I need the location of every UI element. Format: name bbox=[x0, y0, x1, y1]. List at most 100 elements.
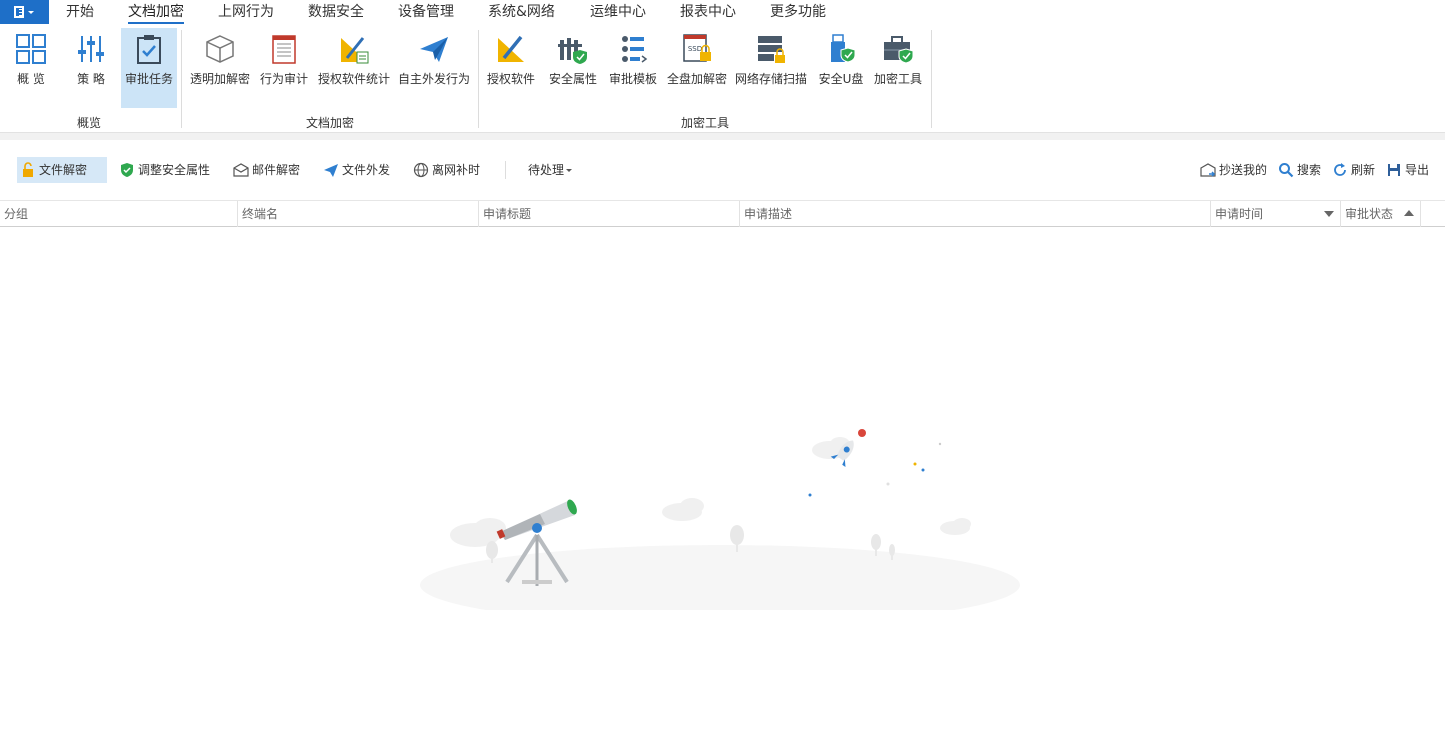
file-outgoing-label: 文件外发 bbox=[342, 163, 391, 177]
toolbar-divider bbox=[505, 161, 506, 179]
group-divider bbox=[478, 30, 479, 128]
refresh-label: 刷新 bbox=[1351, 163, 1376, 177]
ribbon-self-outgoing-label: 自主外发行为 bbox=[397, 72, 470, 86]
table-header: 分组 终端名 申请标题 申请描述 申请时间 审批状态 bbox=[0, 200, 1445, 227]
caret-down-icon bbox=[566, 169, 573, 172]
adjust-security-attr-button[interactable]: 调整安全属性 bbox=[116, 157, 210, 183]
ribbon-security-attributes[interactable]: 安全属性 bbox=[546, 28, 600, 108]
cube-icon bbox=[206, 35, 234, 63]
ribbon-security-attributes-label: 安全属性 bbox=[548, 72, 597, 86]
tab-internet-behavior[interactable]: 上网行为 bbox=[218, 3, 274, 21]
ribbon-overview-label: 概 览 bbox=[17, 72, 45, 86]
ribbon-auth-software[interactable]: 授权软件 bbox=[484, 28, 538, 108]
clipboard-check-icon bbox=[137, 35, 161, 64]
ribbon-self-outgoing[interactable]: 自主外发行为 bbox=[396, 28, 472, 108]
server-lock-icon bbox=[758, 36, 785, 63]
group-divider bbox=[931, 30, 932, 128]
ribbon-policy-label: 策 略 bbox=[77, 72, 105, 86]
ribbon-behavior-audit[interactable]: 行为审计 bbox=[258, 28, 310, 108]
ribbon-crypto-tools-label: 加密工具 bbox=[873, 72, 922, 86]
ribbon-full-disk-crypto-label: 全盘加解密 bbox=[666, 72, 727, 86]
col-terminal-name[interactable]: 终端名 bbox=[238, 201, 479, 227]
ruler-pencil-icon bbox=[498, 35, 524, 62]
search-icon bbox=[1279, 163, 1294, 178]
adjust-security-attr-label: 调整安全属性 bbox=[138, 163, 211, 177]
offline-time-label: 离网补时 bbox=[432, 163, 481, 177]
file-outgoing-button[interactable]: 文件外发 bbox=[320, 157, 390, 183]
ribbon-full-disk-crypto[interactable]: SSD 全盘加解密 bbox=[665, 28, 729, 108]
ribbon-policy[interactable]: 策 略 bbox=[66, 28, 116, 108]
ribbon-transparent-crypto-label: 透明加解密 bbox=[189, 72, 250, 86]
ribbon-network-storage-scan-label: 网络存储扫描 bbox=[734, 72, 807, 86]
ribbon-transparent-crypto[interactable]: 透明加解密 bbox=[189, 28, 251, 108]
lock-open-icon bbox=[23, 162, 33, 177]
tab-document-encryption[interactable]: 文档加密 bbox=[128, 3, 184, 24]
paper-plane-icon bbox=[420, 37, 448, 62]
tab-report-center[interactable]: 报表中心 bbox=[680, 3, 736, 21]
globe-icon bbox=[413, 162, 429, 178]
org-list-icon bbox=[622, 36, 648, 63]
search-button[interactable]: 搜索 bbox=[1275, 157, 1321, 183]
cc-me-label: 抄送我的 bbox=[1219, 163, 1268, 177]
col-request-title[interactable]: 申请标题 bbox=[479, 201, 740, 227]
ribbon-approval-tasks[interactable]: 审批任务 bbox=[121, 28, 177, 108]
col-terminal-name-label: 终端名 bbox=[242, 207, 279, 221]
tab-start[interactable]: 开始 bbox=[66, 3, 94, 21]
document-icon bbox=[14, 6, 24, 18]
ribbon-network-storage-scan[interactable]: 网络存储扫描 bbox=[733, 28, 809, 108]
ribbon-behavior-audit-label: 行为审计 bbox=[259, 72, 308, 86]
grid-icon bbox=[16, 34, 46, 64]
ribbon-secure-usb[interactable]: 安全U盘 bbox=[815, 28, 867, 108]
ribbon-auth-software-label: 授权软件 bbox=[486, 72, 535, 86]
col-approval-status[interactable]: 审批状态 bbox=[1341, 201, 1421, 227]
tab-system-network[interactable]: 系统&网络 bbox=[488, 3, 555, 21]
fence-shield-icon bbox=[558, 38, 587, 64]
ruler-pencil-chart-icon bbox=[341, 37, 369, 64]
ribbon-crypto-tools[interactable]: 加密工具 bbox=[871, 28, 925, 108]
app-menu-button[interactable] bbox=[0, 0, 49, 24]
usb-shield-icon bbox=[831, 34, 856, 63]
tab-ops-center[interactable]: 运维中心 bbox=[590, 3, 646, 21]
toolbox-shield-icon bbox=[884, 36, 914, 64]
tab-data-security[interactable]: 数据安全 bbox=[308, 3, 364, 21]
file-decrypt-button[interactable]: 文件解密 bbox=[17, 157, 107, 183]
shield-icon bbox=[121, 163, 133, 177]
ribbon: 概 览 策 略 审批任务 概览 透明加解密 行为审计 授权软件统计 自主外发行为… bbox=[0, 24, 1445, 132]
tab-more-functions[interactable]: 更多功能 bbox=[770, 3, 826, 21]
mail-decrypt-button[interactable]: 邮件解密 bbox=[230, 157, 300, 183]
save-icon bbox=[1388, 164, 1400, 176]
log-sheet-icon bbox=[272, 35, 296, 64]
file-decrypt-label: 文件解密 bbox=[39, 163, 88, 177]
col-group[interactable]: 分组 bbox=[0, 201, 238, 227]
empty-state-illustration bbox=[420, 429, 1020, 610]
col-request-description-label: 申请描述 bbox=[744, 207, 793, 221]
export-button[interactable]: 导出 bbox=[1383, 157, 1429, 183]
group-label-crypto-tools: 加密工具 bbox=[680, 116, 729, 130]
ribbon-approval-template-label: 审批模板 bbox=[608, 72, 657, 86]
col-request-description[interactable]: 申请描述 bbox=[740, 201, 1211, 227]
col-request-time[interactable]: 申请时间 bbox=[1211, 201, 1341, 227]
col-request-title-label: 申请标题 bbox=[483, 207, 532, 221]
svg-text:SSD: SSD bbox=[688, 45, 702, 53]
ribbon-approval-template[interactable]: 审批模板 bbox=[606, 28, 660, 108]
offline-time-button[interactable]: 离网补时 bbox=[410, 157, 480, 183]
sort-asc-icon[interactable] bbox=[1404, 210, 1414, 216]
refresh-icon bbox=[1334, 163, 1346, 176]
ribbon-overview[interactable]: 概 览 bbox=[6, 28, 56, 108]
ribbon-secure-usb-label: 安全U盘 bbox=[818, 72, 864, 86]
tab-device-management[interactable]: 设备管理 bbox=[398, 3, 454, 21]
ribbon-auth-software-stats[interactable]: 授权软件统计 bbox=[316, 28, 392, 108]
refresh-button[interactable]: 刷新 bbox=[1329, 157, 1375, 183]
export-label: 导出 bbox=[1405, 163, 1430, 177]
col-approval-status-label: 审批状态 bbox=[1345, 207, 1394, 221]
send-icon bbox=[324, 164, 338, 177]
ribbon-bottom-strip bbox=[0, 132, 1445, 140]
action-toolbar: 文件解密 调整安全属性 邮件解密 文件外发 离网补时 待处理 抄送我的 搜索 刷… bbox=[0, 140, 1445, 198]
mail-forward-icon bbox=[1200, 163, 1216, 177]
sort-desc-icon[interactable] bbox=[1324, 211, 1334, 217]
ribbon-auth-software-stats-label: 授权软件统计 bbox=[317, 72, 390, 86]
cc-me-button[interactable]: 抄送我的 bbox=[1197, 157, 1267, 183]
envelope-icon bbox=[233, 163, 249, 177]
col-request-time-label: 申请时间 bbox=[1215, 207, 1264, 221]
status-filter-dropdown[interactable]: 待处理 bbox=[528, 157, 573, 183]
